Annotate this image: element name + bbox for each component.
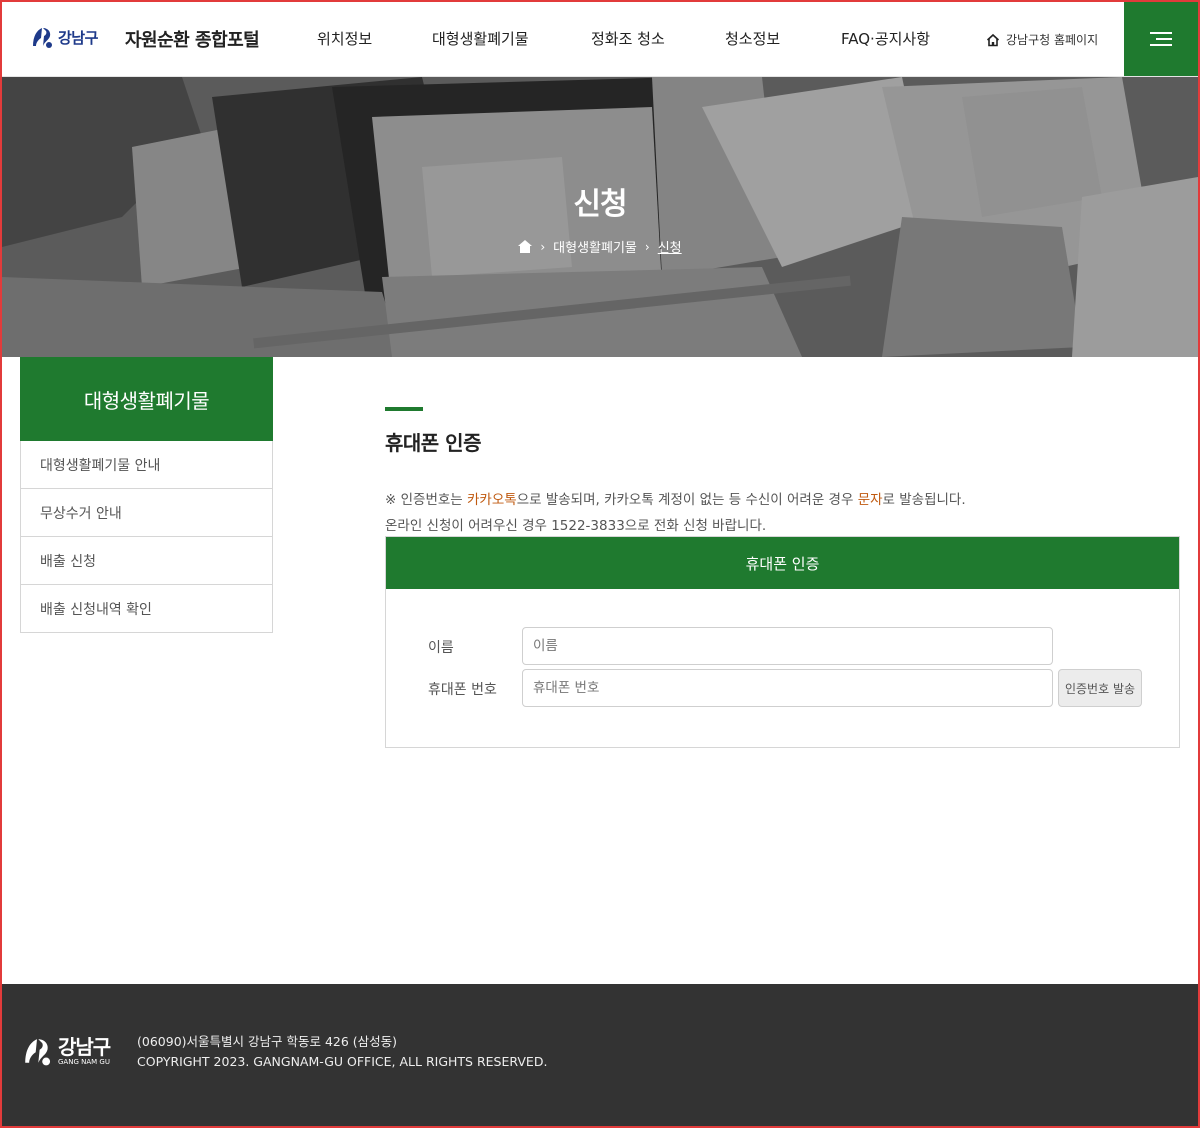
- footer-info: (06090)서울특별시 강남구 학동로 426 (삼성동) COPYRIGHT…: [137, 1032, 547, 1072]
- site-header: 강남구 자원순환 종합포털 위치정보 대형생활폐기물 정화조 청소 청소정보 F…: [0, 0, 1200, 77]
- footer-logo-en: GANG NAM GU: [58, 1058, 110, 1066]
- notice-text: ※ 인증번호는 카카오톡으로 발송되며, 카카오톡 계정이 없는 등 수신이 어…: [385, 487, 1180, 539]
- home-link-label: 강남구청 홈페이지: [1006, 33, 1099, 47]
- phone-label: 휴대폰 번호: [428, 682, 497, 698]
- name-input[interactable]: [522, 627, 1053, 665]
- footer-copyright: COPYRIGHT 2023. GANGNAM-GU OFFICE, ALL R…: [137, 1054, 548, 1069]
- footer-logo: 강남구 GANG NAM GU: [20, 1034, 111, 1068]
- menu-button[interactable]: [1124, 2, 1198, 76]
- section-title-bar: [385, 407, 423, 411]
- main-content: 휴대폰 인증 ※ 인증번호는 카카오톡으로 발송되며, 카카오톡 계정이 없는 …: [385, 407, 1180, 539]
- home-icon[interactable]: [518, 240, 533, 253]
- gangnam-logo-icon: [25, 1039, 51, 1066]
- site-footer: 강남구 GANG NAM GU (06090)서울특별시 강남구 학동로 426…: [2, 984, 1198, 1126]
- chevron-right-icon: ›: [540, 239, 546, 254]
- notice-highlight-kakaotalk: 카카오톡: [467, 492, 517, 508]
- nav-item-faq-notice[interactable]: FAQ·공지사항: [841, 28, 930, 49]
- sidebar-item-apply[interactable]: 배출 신청: [20, 537, 273, 585]
- notice-suffix: 로 발송됩니다.: [882, 492, 966, 508]
- phone-input[interactable]: [522, 669, 1053, 707]
- nav-item-septic-cleaning[interactable]: 정화조 청소: [591, 28, 665, 49]
- breadcrumb: › 대형생활폐기물 › 신청: [2, 237, 1198, 256]
- name-row: 이름: [386, 627, 1179, 665]
- nav-item-bulky-waste[interactable]: 대형생활폐기물: [432, 28, 529, 49]
- footer-logo-ko: 강남구: [58, 1035, 111, 1059]
- footer-address: (06090)서울특별시 강남구 학동로 426 (삼성동): [137, 1034, 398, 1049]
- sidebar-item-free-pickup[interactable]: 무상수거 안내: [20, 489, 273, 537]
- notice-line-1: ※ 인증번호는 카카오톡으로 발송되며, 카카오톡 계정이 없는 등 수신이 어…: [385, 487, 1180, 513]
- sidebar-title: 대형생활폐기물: [20, 357, 273, 441]
- section-title: 휴대폰 인증: [385, 431, 481, 455]
- sidebar-item-history[interactable]: 배출 신청내역 확인: [20, 585, 273, 633]
- notice-prefix: ※ 인증번호는: [385, 492, 467, 508]
- breadcrumb-item-bulky-waste[interactable]: 대형생활폐기물: [553, 237, 637, 256]
- name-label: 이름: [428, 640, 454, 656]
- hero-banner: 신청 › 대형생활폐기물 › 신청: [2, 77, 1198, 357]
- send-code-button[interactable]: 인증번호 발송: [1058, 669, 1142, 707]
- phone-auth-box: 휴대폰 인증 이름 휴대폰 번호 인증번호 발송: [385, 536, 1180, 748]
- chevron-right-icon: ›: [644, 239, 650, 254]
- sidebar-item-guide[interactable]: 대형생활폐기물 안내: [20, 441, 273, 489]
- nav-item-cleaning-info[interactable]: 청소정보: [725, 28, 780, 49]
- gangnam-homepage-link[interactable]: 강남구청 홈페이지: [986, 31, 1098, 48]
- hamburger-icon: [1150, 32, 1172, 46]
- breadcrumb-item-current[interactable]: 신청: [658, 237, 682, 256]
- notice-highlight-sms: 문자: [857, 492, 883, 508]
- auth-box-title: 휴대폰 인증: [386, 537, 1179, 589]
- home-icon: [986, 33, 1000, 46]
- phone-row: 휴대폰 번호 인증번호 발송: [386, 669, 1179, 707]
- nav-item-location[interactable]: 위치정보: [317, 28, 372, 49]
- page-title: 신청: [573, 187, 627, 222]
- sidebar: 대형생활폐기물 대형생활폐기물 안내 무상수거 안내 배출 신청 배출 신청내역…: [20, 357, 273, 633]
- notice-middle: 으로 발송되며, 카카오톡 계정이 없는 등 수신이 어려운 경우: [516, 492, 858, 508]
